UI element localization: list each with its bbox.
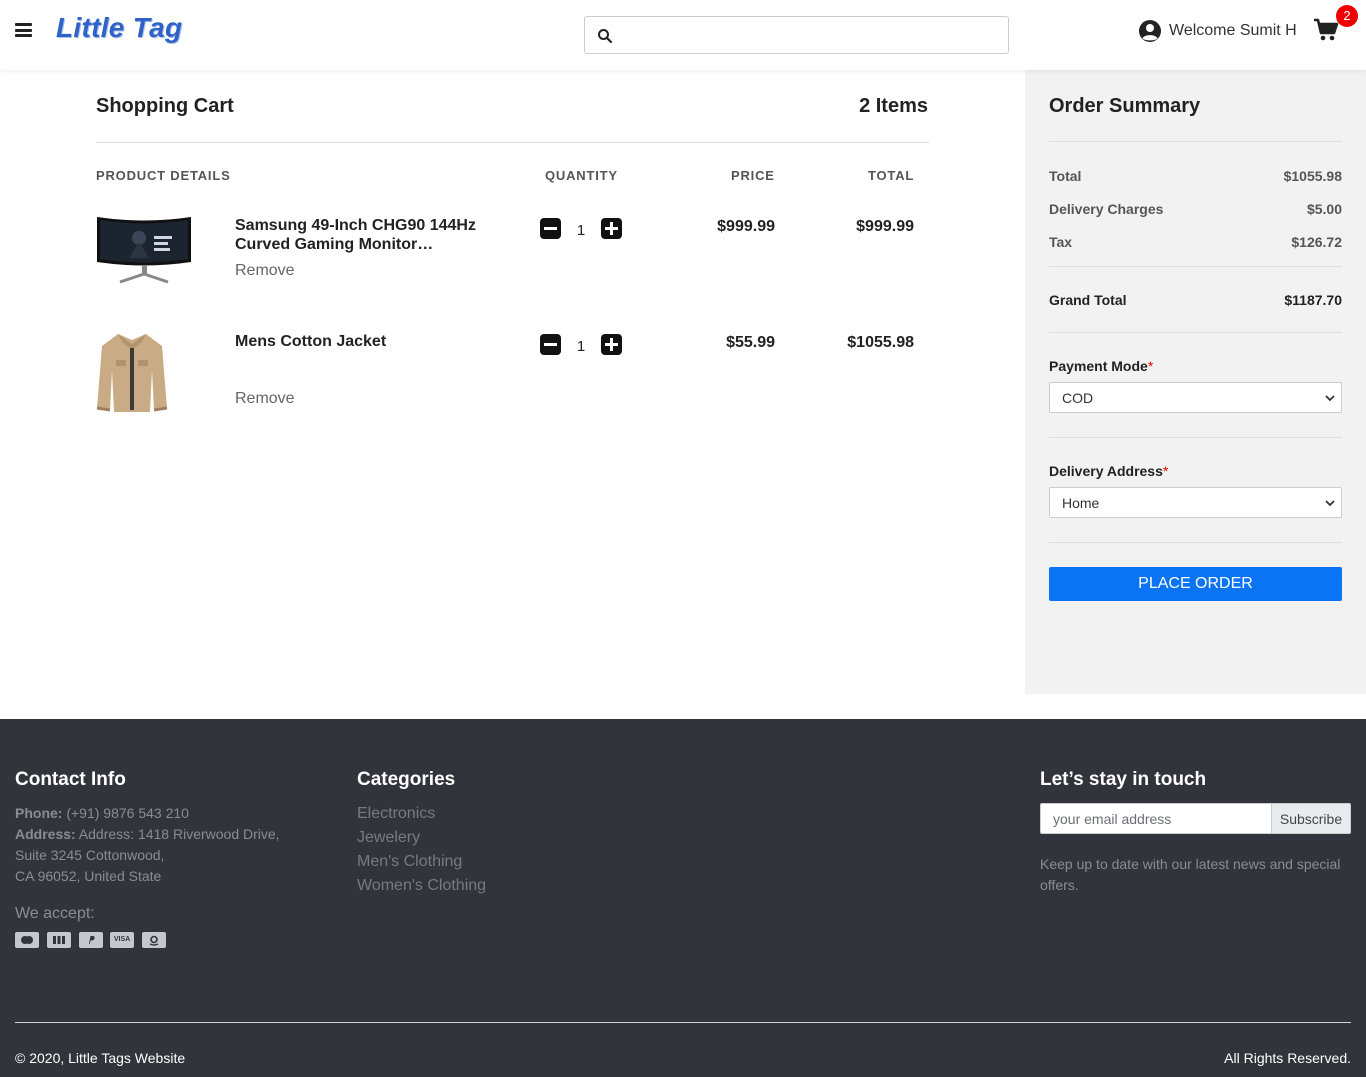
curved-monitor-image[interactable] bbox=[96, 212, 192, 284]
cart-count-badge: 2 bbox=[1336, 5, 1358, 27]
contact-info-heading: Contact Info bbox=[15, 769, 126, 790]
payment-mode-value: COD bbox=[1062, 390, 1094, 406]
jcb-icon bbox=[47, 932, 71, 948]
decrease-quantity-button[interactable] bbox=[540, 218, 561, 239]
total-value: $1055.98 bbox=[1283, 168, 1342, 184]
category-link-mens-clothing[interactable]: Men's Clothing bbox=[357, 853, 462, 871]
column-header-product: PRODUCT DETAILS bbox=[96, 168, 231, 183]
payment-mode-label: Payment Mode* bbox=[1049, 358, 1153, 374]
delivery-address-select[interactable]: Home bbox=[1049, 487, 1342, 518]
tax-value: $126.72 bbox=[1291, 234, 1342, 250]
phone-line: Phone: (+91) 9876 543 210 bbox=[15, 803, 280, 824]
place-order-button[interactable]: PLACE ORDER bbox=[1049, 567, 1342, 601]
paypal-icon bbox=[79, 932, 103, 948]
subscribe-button[interactable]: Subscribe bbox=[1271, 803, 1351, 834]
top-navbar: Little Tag Welcome Sumit H 2 bbox=[0, 0, 1366, 70]
chevron-down-icon bbox=[1325, 500, 1335, 507]
product-name[interactable]: Samsung 49-Inch CHG90 144Hz Curved Gamin… bbox=[235, 216, 495, 254]
menu-icon[interactable] bbox=[15, 23, 32, 37]
site-footer: Contact Info Phone: (+91) 9876 543 210 A… bbox=[0, 719, 1366, 1077]
remove-item-link[interactable]: Remove bbox=[235, 390, 295, 408]
order-summary-title: Order Summary bbox=[1049, 95, 1201, 117]
required-mark: * bbox=[1162, 463, 1169, 479]
footer-divider bbox=[15, 1022, 1351, 1023]
address-line-3: CA 96052, United State bbox=[15, 868, 162, 884]
categories-heading: Categories bbox=[357, 769, 456, 790]
tax-label: Tax bbox=[1049, 234, 1073, 250]
newsletter-description: Keep up to date with our latest news and… bbox=[1040, 854, 1340, 896]
newsletter-heading: Let’s stay in touch bbox=[1040, 769, 1207, 790]
grand-total-label: Grand Total bbox=[1049, 292, 1127, 308]
plus-icon bbox=[605, 222, 618, 235]
phone-value: (+91) 9876 543 210 bbox=[62, 805, 189, 821]
welcome-text: Welcome Sumit H bbox=[1169, 22, 1297, 39]
item-price: $55.99 bbox=[726, 334, 775, 351]
item-total: $1055.98 bbox=[847, 334, 914, 351]
item-total: $999.99 bbox=[856, 218, 914, 235]
quantity-value: 1 bbox=[576, 222, 586, 239]
delivery-address-label: Delivery Address* bbox=[1049, 463, 1168, 479]
cart-items-count: 2 Items bbox=[859, 95, 928, 117]
column-header-total: TOTAL bbox=[868, 168, 915, 183]
cart-title: Shopping Cart bbox=[96, 95, 234, 117]
minus-icon bbox=[544, 227, 557, 230]
divider bbox=[1049, 437, 1342, 438]
item-price: $999.99 bbox=[717, 218, 775, 235]
payment-mode-select[interactable]: COD bbox=[1049, 382, 1342, 413]
minus-icon bbox=[544, 343, 557, 346]
copyright-text: © 2020, Little Tags Website bbox=[15, 1050, 186, 1066]
remove-item-link[interactable]: Remove bbox=[235, 262, 295, 280]
newsletter-email-input[interactable] bbox=[1040, 803, 1271, 834]
divider bbox=[1049, 266, 1342, 267]
increase-quantity-button[interactable] bbox=[601, 218, 622, 239]
payment-mode-label-text: Payment Mode bbox=[1049, 358, 1148, 374]
category-link-womens-clothing[interactable]: Women's Clothing bbox=[357, 877, 486, 895]
required-mark: * bbox=[1147, 358, 1154, 374]
search-input[interactable] bbox=[621, 23, 1001, 47]
site-logo[interactable]: Little Tag bbox=[56, 12, 182, 44]
cart-icon[interactable] bbox=[1313, 18, 1339, 42]
category-link-jewelery[interactable]: Jewelery bbox=[357, 829, 420, 847]
plus-icon bbox=[605, 338, 618, 351]
user-account[interactable]: Welcome Sumit H bbox=[1138, 18, 1297, 44]
order-summary-panel: Order Summary Total $1055.98 Delivery Ch… bbox=[1025, 70, 1366, 694]
product-name[interactable]: Mens Cotton Jacket bbox=[235, 332, 495, 351]
address-label: Address: bbox=[15, 826, 76, 842]
address-line: Address: Address: 1418 Riverwood Drive, bbox=[15, 824, 280, 845]
column-header-quantity: QUANTITY bbox=[545, 168, 618, 183]
chevron-down-icon bbox=[1325, 395, 1335, 402]
newsletter-text-line-1: Keep up to date with our latest news and… bbox=[1040, 856, 1341, 872]
column-header-price: PRICE bbox=[731, 168, 775, 183]
delivery-address-value: Home bbox=[1062, 495, 1100, 511]
search-icon[interactable] bbox=[597, 28, 613, 44]
delivery-charges-label: Delivery Charges bbox=[1049, 201, 1164, 217]
divider bbox=[96, 142, 929, 143]
decrease-quantity-button[interactable] bbox=[540, 334, 561, 355]
amazon-pay-icon bbox=[142, 932, 166, 948]
contact-details: Phone: (+91) 9876 543 210 Address: Addre… bbox=[15, 803, 280, 887]
divider bbox=[1049, 332, 1342, 333]
delivery-address-label-text: Delivery Address bbox=[1049, 463, 1163, 479]
address-line-2: Suite 3245 Cottonwood, bbox=[15, 847, 165, 863]
total-label: Total bbox=[1049, 168, 1082, 184]
phone-label: Phone: bbox=[15, 805, 63, 821]
quantity-value: 1 bbox=[576, 338, 586, 355]
search-bar[interactable] bbox=[584, 16, 1009, 54]
visa-icon: VISA bbox=[110, 932, 134, 948]
jacket-image[interactable] bbox=[96, 330, 168, 412]
user-circle-icon bbox=[1139, 20, 1161, 42]
rights-text: All Rights Reserved. bbox=[1224, 1050, 1351, 1066]
mastercard-icon bbox=[15, 932, 39, 948]
divider bbox=[1049, 141, 1342, 142]
grand-total-value: $1187.70 bbox=[1284, 292, 1342, 308]
delivery-charges-value: $5.00 bbox=[1306, 201, 1342, 217]
increase-quantity-button[interactable] bbox=[601, 334, 622, 355]
category-link-electronics[interactable]: Electronics bbox=[357, 805, 435, 823]
divider bbox=[1049, 542, 1342, 543]
we-accept-label: We accept: bbox=[15, 905, 95, 922]
address-line-1: Address: 1418 Riverwood Drive, bbox=[75, 826, 280, 842]
newsletter-text-line-2: offers. bbox=[1040, 877, 1079, 893]
